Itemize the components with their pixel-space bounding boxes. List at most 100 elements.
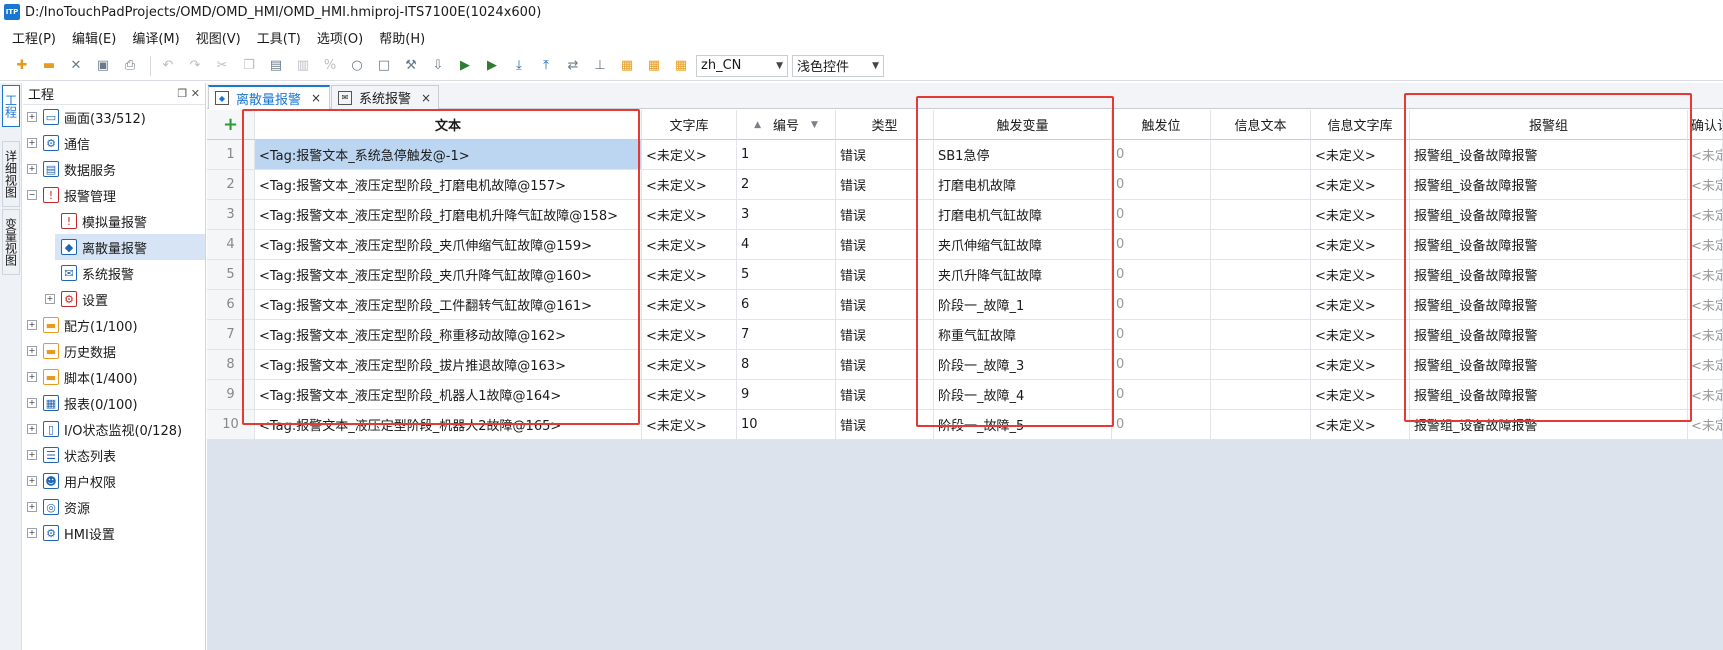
cell-trigger-variable[interactable]: 称重气缸故障 bbox=[934, 320, 1112, 350]
tree-item-communication[interactable]: + ⚙ 通信 bbox=[27, 130, 187, 156]
cell-acknowledge[interactable]: <未定 bbox=[1688, 170, 1723, 200]
cell-alarm-group[interactable]: 报警组_设备故障报警 bbox=[1410, 350, 1688, 380]
tree-item-system-alarm[interactable]: ✉ 系统报警 bbox=[61, 260, 201, 286]
cell-info-text[interactable] bbox=[1211, 320, 1311, 350]
cell-trigger-bit[interactable]: 0 bbox=[1112, 320, 1211, 350]
cell-trigger-bit[interactable]: 0 bbox=[1112, 350, 1211, 380]
simulate-icon[interactable]: ▶ bbox=[453, 54, 477, 78]
side-tab-variable-view[interactable]: 变量视图 bbox=[2, 209, 20, 275]
expand-icon[interactable]: + bbox=[45, 294, 55, 304]
cell-trigger-variable[interactable]: 阶段一_故障_1 bbox=[934, 290, 1112, 320]
cell-text[interactable]: <Tag:报警文本_液压定型阶段_夹爪伸缩气缸故障@159> bbox=[255, 230, 642, 260]
table-row[interactable]: 5 <Tag:报警文本_液压定型阶段_夹爪升降气缸故障@160> <未定义> 5 错误夹… bbox=[207, 260, 1723, 290]
column-header-info-text[interactable]: 信息文本 bbox=[1211, 110, 1311, 140]
expand-icon[interactable]: + bbox=[27, 138, 37, 148]
sort-ascending-icon[interactable]: ▲ bbox=[754, 120, 761, 130]
cell-trigger-bit[interactable]: 0 bbox=[1112, 380, 1211, 410]
percent-icon[interactable]: % bbox=[318, 54, 342, 78]
compile-icon[interactable]: ⚒ bbox=[399, 54, 423, 78]
cell-text[interactable]: <Tag:报警文本_液压定型阶段_夹爪升降气缸故障@160> bbox=[255, 260, 642, 290]
cell-info-font-library[interactable]: <未定义> bbox=[1311, 290, 1410, 320]
cell-info-font-library[interactable]: <未定义> bbox=[1311, 260, 1410, 290]
menu-help[interactable]: 帮助(H) bbox=[379, 28, 425, 47]
tree-item-history-data[interactable]: + ▬ 历史数据 bbox=[27, 338, 187, 364]
cell-alarm-group[interactable]: 报警组_设备故障报警 bbox=[1410, 200, 1688, 230]
table-row[interactable]: 4 <Tag:报警文本_液压定型阶段_夹爪伸缩气缸故障@159> <未定义> 4 错误夹… bbox=[207, 230, 1723, 260]
table-row[interactable]: 8 <Tag:报警文本_液压定型阶段_拔片推退故障@163> <未定义> 8 错误 阶段一… bbox=[207, 350, 1723, 380]
cell-trigger-bit[interactable]: 0 bbox=[1112, 170, 1211, 200]
cell-text[interactable]: <Tag:报警文本_液压定型阶段_拔片推退故障@163> bbox=[255, 350, 642, 380]
replace-icon[interactable]: □ bbox=[372, 54, 396, 78]
cell-type[interactable]: 错误 bbox=[836, 170, 934, 200]
cell-alarm-group[interactable]: 报警组_设备故障报警 bbox=[1410, 170, 1688, 200]
cell-info-font-library[interactable]: <未定义> bbox=[1311, 410, 1410, 440]
new-project-icon[interactable]: ✚ bbox=[10, 54, 34, 78]
cell-trigger-bit[interactable]: 0 bbox=[1112, 290, 1211, 320]
cell-type[interactable]: 错误 bbox=[836, 230, 934, 260]
language-select[interactable]: zh_CN ▼ bbox=[696, 54, 788, 77]
cell-type[interactable]: 错误 bbox=[836, 260, 934, 290]
upload-icon[interactable]: ⤒ bbox=[534, 54, 558, 78]
side-tab-detail-view[interactable]: 详细视图 bbox=[2, 141, 20, 207]
expand-icon[interactable]: + bbox=[27, 346, 37, 356]
table-row[interactable]: 3 <Tag:报警文本_液压定型阶段_打磨电机升降气缸故障@158> <未定义> 3 错… bbox=[207, 200, 1723, 230]
undo-icon[interactable]: ↶ bbox=[156, 54, 180, 78]
cell-trigger-variable[interactable]: 阶段一_故障_3 bbox=[934, 350, 1112, 380]
tree-item-alarm-settings[interactable]: + ⚙ 设置 bbox=[45, 286, 195, 312]
cell-type[interactable]: 错误 bbox=[836, 410, 934, 440]
restore-icon[interactable]: ❐ bbox=[177, 87, 187, 100]
delete-icon[interactable]: ▥ bbox=[291, 54, 315, 78]
cell-info-text[interactable] bbox=[1211, 140, 1311, 170]
add-row-button[interactable]: + bbox=[207, 110, 255, 140]
cell-font-library[interactable]: <未定义> bbox=[642, 140, 737, 170]
tree-item-discrete-alarm[interactable]: ◆ 离散量报警 bbox=[55, 234, 205, 260]
tree-item-alarm-management[interactable]: − ! 报警管理 bbox=[27, 182, 187, 208]
close-icon[interactable]: × bbox=[311, 91, 321, 105]
table-row[interactable]: 9 <Tag:报警文本_液压定型阶段_机器人1故障@164> <未定义> 9 错误 阶段一… bbox=[207, 380, 1723, 410]
redo-icon[interactable]: ↷ bbox=[183, 54, 207, 78]
cell-trigger-bit[interactable]: 0 bbox=[1112, 200, 1211, 230]
cell-info-text[interactable] bbox=[1211, 260, 1311, 290]
cell-acknowledge[interactable]: <未定 bbox=[1688, 260, 1723, 290]
cell-alarm-group[interactable]: 报警组_设备故障报警 bbox=[1410, 380, 1688, 410]
cell-font-library[interactable]: <未定义> bbox=[642, 260, 737, 290]
expand-icon[interactable]: + bbox=[27, 528, 37, 538]
expand-icon[interactable]: + bbox=[27, 372, 37, 382]
tree-item-user-permissions[interactable]: + ☻ 用户权限 bbox=[27, 468, 187, 494]
cell-trigger-variable[interactable]: 打磨电机故障 bbox=[934, 170, 1112, 200]
cell-number[interactable]: 1 bbox=[737, 140, 836, 170]
menu-options[interactable]: 选项(O) bbox=[317, 28, 363, 47]
tree-item-script[interactable]: + ▬ 脚本(1/400) bbox=[27, 364, 187, 390]
collapse-icon[interactable]: − bbox=[27, 190, 37, 200]
cell-type[interactable]: 错误 bbox=[836, 140, 934, 170]
tree-item-data-service[interactable]: + ▤ 数据服务 bbox=[27, 156, 187, 182]
cell-number[interactable]: 6 bbox=[737, 290, 836, 320]
cell-info-font-library[interactable]: <未定义> bbox=[1311, 380, 1410, 410]
cell-acknowledge[interactable]: <未定 bbox=[1688, 200, 1723, 230]
column-header-trigger-bit[interactable]: 触发位 bbox=[1112, 110, 1211, 140]
library-export-icon[interactable]: ▦ bbox=[642, 54, 666, 78]
print-icon[interactable]: ⎙ bbox=[118, 54, 142, 78]
online-simulate-icon[interactable]: ▶ bbox=[480, 54, 504, 78]
table-row[interactable]: 10 <Tag:报警文本_液压定型阶段_机器人2故障@165> <未定义> 10 错误阶… bbox=[207, 410, 1723, 440]
cell-font-library[interactable]: <未定义> bbox=[642, 290, 737, 320]
expand-icon[interactable]: + bbox=[27, 320, 37, 330]
cell-text[interactable]: <Tag:报警文本_液压定型阶段_机器人2故障@165> bbox=[255, 410, 642, 440]
column-header-number[interactable]: ▲ 编号 ▼ bbox=[737, 110, 836, 140]
tab-discrete-alarm[interactable]: ◆ 离散量报警 × bbox=[208, 85, 330, 109]
cell-trigger-variable[interactable]: 阶段一_故障_5 bbox=[934, 410, 1112, 440]
export-icon[interactable]: ⤓ bbox=[507, 54, 531, 78]
expand-icon[interactable]: + bbox=[27, 476, 37, 486]
cell-alarm-group[interactable]: 报警组_设备故障报警 bbox=[1410, 260, 1688, 290]
cell-number[interactable]: 3 bbox=[737, 200, 836, 230]
table-row[interactable]: 2 <Tag:报警文本_液压定型阶段_打磨电机故障@157> <未定义> 2 错误 打磨电… bbox=[207, 170, 1723, 200]
column-header-trigger-variable[interactable]: 触发变量 bbox=[934, 110, 1112, 140]
cell-number[interactable]: 2 bbox=[737, 170, 836, 200]
cell-text[interactable]: <Tag:报警文本_液压定型阶段_称重移动故障@162> bbox=[255, 320, 642, 350]
side-tab-project[interactable]: 工程 bbox=[2, 85, 20, 127]
cell-alarm-group[interactable]: 报警组_设备故障报警 bbox=[1410, 320, 1688, 350]
tree-item-status-list[interactable]: + ☰ 状态列表 bbox=[27, 442, 187, 468]
cell-type[interactable]: 错误 bbox=[836, 320, 934, 350]
filter-icon[interactable]: ▼ bbox=[811, 120, 818, 130]
cell-trigger-variable[interactable]: 夹爪升降气缸故障 bbox=[934, 260, 1112, 290]
